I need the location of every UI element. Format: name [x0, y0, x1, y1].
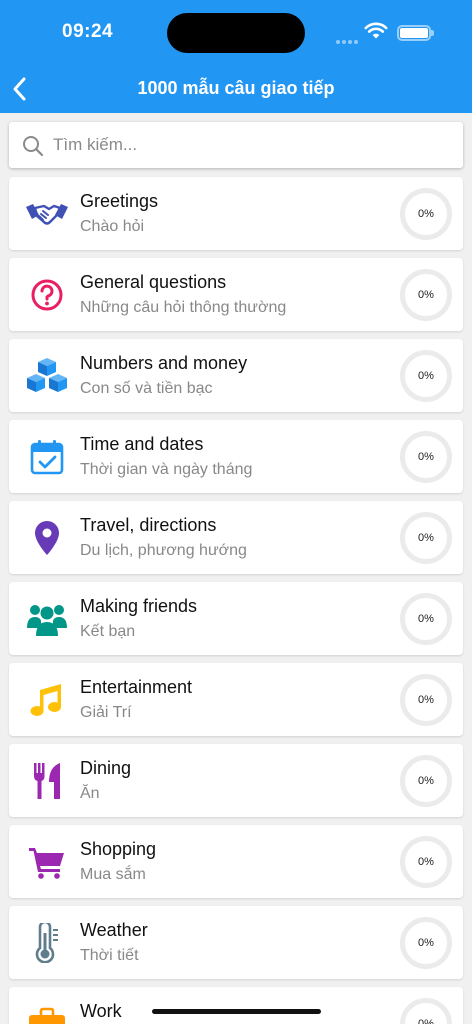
- topic-title: Entertainment: [80, 677, 193, 697]
- topic-card-entertainment[interactable]: Entertainment Giải Trí 0%: [9, 663, 463, 736]
- map-pin-icon: [24, 515, 70, 561]
- search-icon: [23, 136, 44, 157]
- topic-title: Making friends: [80, 596, 198, 616]
- progress-ring: 0%: [400, 674, 452, 726]
- progress-ring: 0%: [400, 998, 452, 1024]
- signal-icon: [336, 31, 360, 49]
- topic-subtitle: Giải Trí: [80, 704, 132, 721]
- topic-card-time-and-dates[interactable]: Time and dates Thời gian và ngày tháng 0…: [9, 420, 463, 493]
- topic-title: Numbers and money: [80, 353, 248, 373]
- battery-icon: [397, 25, 434, 41]
- topic-title: Dining: [80, 758, 132, 778]
- topic-subtitle: Những câu hỏi thông thường: [80, 299, 287, 316]
- cubes-icon: [24, 353, 70, 399]
- status-time: 09:24: [62, 21, 114, 42]
- topic-card-greetings[interactable]: Greetings Chào hỏi 0%: [9, 177, 463, 250]
- dynamic-island: [167, 13, 305, 53]
- topic-subtitle: Thời tiết: [80, 947, 139, 964]
- topic-card-numbers-and-money[interactable]: Numbers and money Con số và tiền bạc 0%: [9, 339, 463, 412]
- topic-card-making-friends[interactable]: Making friends Kết bạn 0%: [9, 582, 463, 655]
- progress-ring: 0%: [400, 431, 452, 483]
- topic-subtitle: Thời gian và ngày tháng: [80, 461, 253, 478]
- progress-ring: 0%: [400, 269, 452, 321]
- utensils-icon: [24, 758, 70, 804]
- topic-title: Work: [80, 1001, 122, 1021]
- wifi-icon: [364, 22, 388, 39]
- topic-title: Greetings: [80, 191, 159, 211]
- search-input[interactable]: [53, 122, 453, 168]
- topic-card-general-questions[interactable]: General questions Những câu hỏi thông th…: [9, 258, 463, 331]
- topic-subtitle: Ăn: [80, 785, 100, 802]
- topic-list: Greetings Chào hỏi 0% General questions …: [9, 177, 463, 1024]
- shopping-cart-icon: [24, 839, 70, 885]
- briefcase-icon: [24, 1001, 70, 1024]
- progress-ring: 0%: [400, 917, 452, 969]
- app-header: 09:24 1000 mẫu câu giao tiếp: [0, 0, 472, 113]
- topic-card-travel-directions[interactable]: Travel, directions Du lịch, phương hướng…: [9, 501, 463, 574]
- home-indicator: [152, 1009, 321, 1014]
- topic-title: Time and dates: [80, 434, 204, 454]
- calendar-check-icon: [24, 434, 70, 480]
- topic-subtitle: Con số và tiền bạc: [80, 380, 213, 397]
- topic-card-weather[interactable]: Weather Thời tiết 0%: [9, 906, 463, 979]
- progress-ring: 0%: [400, 593, 452, 645]
- topic-card-shopping[interactable]: Shopping Mua sắm 0%: [9, 825, 463, 898]
- page-title: 1000 mẫu câu giao tiếp: [137, 78, 335, 98]
- question-circle-icon: [24, 272, 70, 318]
- topic-title: Weather: [80, 920, 148, 940]
- progress-ring: 0%: [400, 755, 452, 807]
- progress-ring: 0%: [400, 836, 452, 888]
- music-icon: [24, 677, 70, 723]
- thermometer-icon: [24, 920, 70, 966]
- progress-ring: 0%: [400, 188, 452, 240]
- topic-subtitle: Mua sắm: [80, 866, 146, 883]
- topic-title: General questions: [80, 272, 227, 292]
- handshake-icon: [24, 191, 70, 237]
- topic-subtitle: Du lịch, phương hướng: [80, 542, 247, 559]
- topic-card-dining[interactable]: Dining Ăn 0%: [9, 744, 463, 817]
- topic-subtitle: Chào hỏi: [80, 218, 145, 235]
- progress-ring: 0%: [400, 350, 452, 402]
- topic-title: Shopping: [80, 839, 157, 859]
- progress-ring: 0%: [400, 512, 452, 564]
- users-icon: [24, 596, 70, 642]
- topic-card-work[interactable]: Work 0%: [9, 987, 463, 1024]
- topic-subtitle: Kết bạn: [80, 623, 136, 640]
- topic-title: Travel, directions: [80, 515, 217, 535]
- search-bar[interactable]: [9, 122, 463, 168]
